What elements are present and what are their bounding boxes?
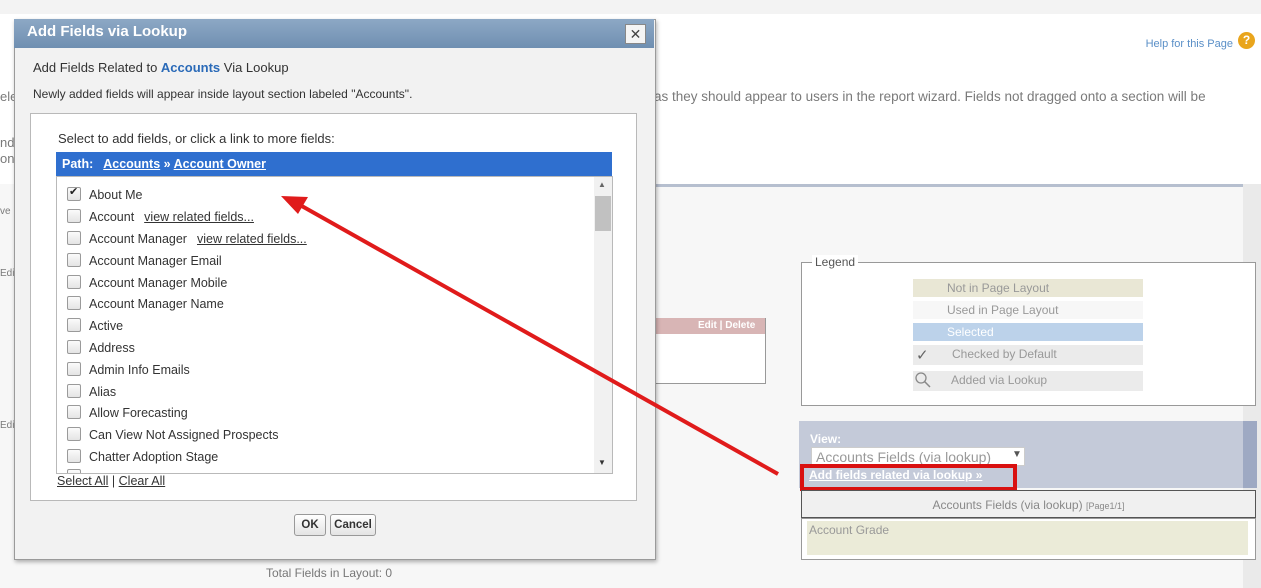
- view-related-fields-link[interactable]: view related fields...: [197, 232, 307, 246]
- checkbox[interactable]: [67, 427, 81, 441]
- list-item[interactable]: Allow Forecasting: [67, 405, 188, 425]
- legend-title: Legend: [812, 255, 859, 269]
- list-item[interactable]: About Me: [67, 185, 143, 207]
- select-all-link[interactable]: Select All: [57, 474, 108, 488]
- clipped-text-5: Edi: [0, 268, 15, 279]
- legend-item-selected: Selected: [913, 323, 1143, 341]
- help-link[interactable]: Help for this Page: [1146, 38, 1233, 50]
- list-item[interactable]: Admin Info Emails: [67, 362, 190, 382]
- instruction-text: ns as they should appear to users in the…: [636, 89, 1206, 104]
- view-related-fields-link[interactable]: view related fields...: [144, 210, 254, 224]
- checkbox[interactable]: [67, 318, 81, 332]
- top-bar: [0, 0, 1261, 14]
- list-item[interactable]: Account Manager Mobile: [67, 275, 227, 295]
- checkbox[interactable]: [67, 449, 81, 463]
- view-label: View:: [810, 432, 842, 446]
- field-account-grade[interactable]: Account Grade: [807, 521, 1248, 555]
- checkbox[interactable]: [67, 231, 81, 245]
- scroll-up-arrow-icon[interactable]: ▲: [598, 180, 606, 189]
- clipped-text-3: on: [0, 151, 15, 166]
- select-prompt: Select to add fields, or click a link to…: [58, 131, 335, 146]
- heading-object: Accounts: [160, 60, 221, 75]
- legend-item-added-via-lookup: Added via Lookup: [913, 371, 1143, 391]
- checkmark-icon: ✓: [916, 347, 929, 364]
- legend-item-not-in-layout: Not in Page Layout: [913, 279, 1143, 297]
- path-link-accounts[interactable]: Accounts: [103, 157, 160, 171]
- annotation-highlight-box: [800, 464, 1017, 491]
- dialog-title: Add Fields via Lookup: [27, 23, 188, 40]
- list-item[interactable]: Account Manager Name: [67, 296, 224, 316]
- legend-item-checked-by-default: Checked by Default: [913, 345, 1143, 365]
- list-item[interactable]: Chatter Adoption Stage: [67, 449, 218, 469]
- legend-item-used-in-layout: Used in Page Layout: [913, 301, 1143, 319]
- clipped-text-2: nd: [0, 135, 15, 150]
- scrollbar-thumb[interactable]: [595, 196, 611, 231]
- question-icon[interactable]: ?: [1238, 32, 1255, 49]
- select-links: Select All | Clear All: [57, 474, 166, 488]
- checkbox[interactable]: [67, 253, 81, 267]
- path-breadcrumb: Path: Accounts » Account Owner: [62, 157, 266, 171]
- checkbox[interactable]: [67, 384, 81, 398]
- chevron-down-icon[interactable]: ▼: [1012, 449, 1022, 460]
- list-item[interactable]: Active: [67, 318, 123, 338]
- list-item[interactable]: Can View Not Assigned Prospects: [67, 427, 278, 447]
- list-item[interactable]: Account Manager view related fields...: [67, 231, 307, 251]
- dialog-heading: Add Fields Related to Accounts Via Looku…: [33, 60, 289, 75]
- checkbox[interactable]: [67, 185, 81, 201]
- clear-all-link[interactable]: Clear All: [119, 474, 166, 488]
- scroll-down-arrow-icon[interactable]: ▼: [598, 458, 606, 467]
- dialog-note: Newly added fields will appear inside la…: [33, 87, 413, 101]
- checkbox[interactable]: [67, 362, 81, 376]
- list-item[interactable]: Account view related fields...: [67, 209, 254, 229]
- list-item[interactable]: Account Manager Email: [67, 253, 222, 273]
- path-link-account-owner[interactable]: Account Owner: [174, 157, 266, 171]
- accounts-section-header: Accounts Fields (via lookup) [Page1/1]: [801, 490, 1256, 518]
- view-panel-edge: [1243, 421, 1257, 488]
- total-fields-count: Total Fields in Layout: 0: [266, 566, 393, 580]
- checkbox[interactable]: [67, 296, 81, 310]
- checkbox[interactable]: [67, 275, 81, 289]
- cancel-button[interactable]: Cancel: [330, 514, 376, 536]
- list-item[interactable]: Address: [67, 340, 135, 360]
- clipped-text-4: ve: [0, 206, 11, 217]
- checkbox[interactable]: [67, 209, 81, 223]
- checkbox[interactable]: [67, 405, 81, 419]
- checkbox[interactable]: [67, 340, 81, 354]
- section-edit-delete[interactable]: Edit | Delete: [698, 320, 755, 331]
- ok-button[interactable]: OK: [294, 514, 326, 536]
- list-item[interactable]: Alias: [67, 384, 116, 404]
- search-icon: [915, 372, 931, 388]
- clipped-text-6: Edi: [0, 420, 15, 431]
- field-list[interactable]: About Me Accountview related fields... A…: [56, 176, 613, 474]
- close-icon[interactable]: ✕: [625, 24, 646, 44]
- panel-top-border: [655, 184, 1245, 187]
